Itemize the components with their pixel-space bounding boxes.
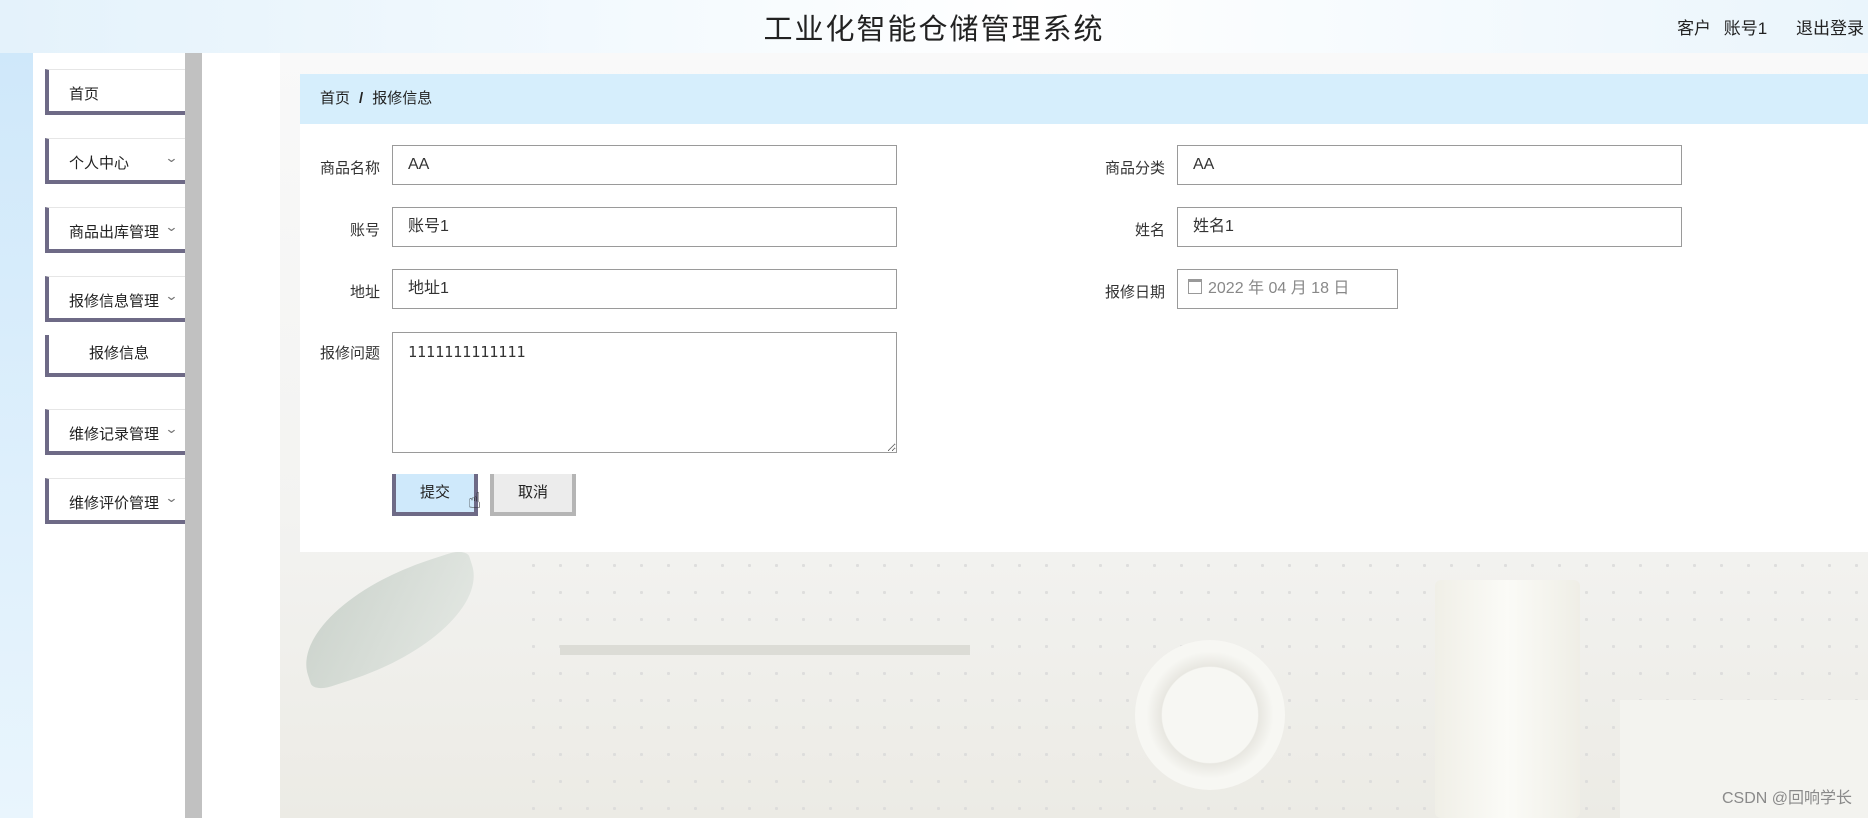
user-role: 客户 [1677,19,1712,38]
sidebar-item-repair-info-management[interactable]: 报修信息管理 ⌄ [45,276,193,322]
top-header: 工业化智能仓储管理系统 客户 账号1 退出登录 [0,0,1868,53]
background-shelf-image [560,645,970,655]
chevron-down-icon: ⌄ [164,421,179,436]
username: 账号1 [1723,19,1768,38]
product-category-label: 商品分类 [1104,160,1165,177]
breadcrumb-home[interactable]: 首页 [320,90,350,107]
repair-issue-textarea[interactable]: 1111111111111 [392,332,897,453]
background-circle-image [1135,640,1285,790]
sidebar-item-label: 商品出库管理 [69,224,160,241]
sidebar-scrollbar[interactable] [185,53,202,818]
app-title: 工业化智能仓储管理系统 [763,12,1105,46]
name-input[interactable]: 姓名1 [1177,207,1682,247]
left-decor-strip [0,53,33,818]
breadcrumb-separator: / [359,90,364,107]
cancel-button[interactable]: 取消 [490,474,576,516]
sidebar-subitem-repair-info[interactable]: 报修信息 [45,335,193,377]
breadcrumb: 首页 / 报修信息 [300,74,1868,124]
chevron-down-icon: ⌄ [164,219,179,234]
sidebar-item-label: 维修记录管理 [69,426,160,443]
account-label: 账号 [349,222,380,239]
account-input[interactable]: 账号1 [392,207,897,247]
breadcrumb-current: 报修信息 [372,90,433,107]
watermark: CSDN @回响学长 [1721,790,1852,807]
product-name-label: 商品名称 [319,160,380,177]
hand-cursor-icon: ☝ [468,488,482,513]
address-label: 地址 [349,284,380,301]
repair-date-value: 2022 年 04 月 18 日 [1208,280,1350,297]
repair-issue-label: 报修问题 [319,345,380,362]
repair-date-picker[interactable]: 2022 年 04 月 18 日 [1177,269,1398,309]
sidebar-item-repair-reviews[interactable]: 维修评价管理 ⌄ [45,478,193,524]
sidebar: 首页 个人中心 ⌄ 商品出库管理 ⌄ 报修信息管理 ⌄ 报修信息 维修记录管理 … [33,53,193,818]
address-input[interactable]: 地址1 [392,269,897,309]
sidebar-item-label: 首页 [69,86,100,103]
sidebar-item-label: 个人中心 [69,155,130,172]
sidebar-item-home[interactable]: 首页 [45,69,193,115]
logout-link[interactable]: 退出登录 [1796,19,1864,38]
repair-date-label: 报修日期 [1104,284,1165,301]
chevron-down-icon: ⌄ [164,150,179,165]
sidebar-item-repair-records[interactable]: 维修记录管理 ⌄ [45,409,193,455]
chevron-down-icon: ⌄ [164,288,179,303]
calendar-icon [1188,279,1202,294]
submit-button[interactable]: 提交 [392,474,478,516]
background-cylinder-image [1435,580,1580,818]
sidebar-item-label: 报修信息管理 [69,293,160,310]
chevron-down-icon: ⌄ [164,490,179,505]
product-name-input[interactable]: AA [392,145,897,185]
product-category-input[interactable]: AA [1177,145,1682,185]
name-label: 姓名 [1134,222,1165,239]
user-area: 客户 账号1 退出登录 [1669,14,1864,39]
repair-form: 商品名称 AA 商品分类 AA 账号 账号1 姓名 姓名1 地址 地址1 报修日… [300,124,1868,552]
sidebar-item-label: 维修评价管理 [69,495,160,512]
content-gutter [202,53,280,818]
sidebar-item-outbound-management[interactable]: 商品出库管理 ⌄ [45,207,193,253]
sidebar-item-personal-center[interactable]: 个人中心 ⌄ [45,138,193,184]
